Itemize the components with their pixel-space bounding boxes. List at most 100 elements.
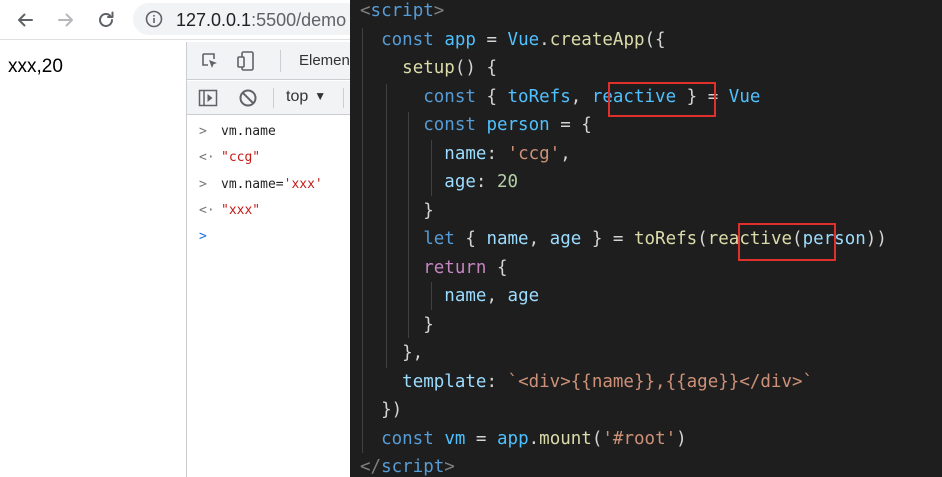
code-token: : (486, 143, 508, 164)
code-token: template (402, 371, 487, 392)
code-token: return (423, 257, 487, 278)
reload-icon[interactable] (92, 6, 120, 34)
code-token: const (381, 29, 434, 50)
code-line: } (360, 197, 434, 225)
code-token: }, (360, 343, 424, 363)
code-token: </ (360, 457, 382, 477)
tab-elements[interactable]: Elemen (299, 52, 350, 69)
forward-arrow-icon[interactable] (52, 6, 80, 34)
code-token: age (507, 286, 540, 306)
code-token: . (528, 428, 540, 449)
code-token: app (444, 29, 476, 50)
url-host: 127.0.0.1 (176, 10, 252, 30)
code-token: const (423, 115, 476, 135)
code-token: , (528, 229, 550, 249)
code-token: = (465, 428, 497, 449)
info-icon[interactable] (145, 10, 163, 33)
toolbar-divider (280, 50, 281, 72)
code-token: } (360, 314, 434, 335)
prompt-chevron-icon: > (199, 229, 207, 244)
console-output-line: <· "xxx" (187, 199, 351, 225)
code-token: ({ (644, 29, 666, 50)
toolbar-divider (343, 88, 344, 108)
code-token: toRefs (507, 86, 571, 107)
code-token: { (486, 257, 508, 278)
code-token: > (433, 1, 445, 21)
code-editor: <script> const app = Vue.createApp({ set… (350, 0, 942, 477)
sidebar-toggle-icon[interactable] (197, 87, 219, 109)
code-token: name (486, 229, 529, 249)
back-arrow-icon[interactable] (11, 6, 39, 34)
code-line: return { (360, 254, 508, 282)
devtools-panel: Elemen top ▼ > vm.name <· "ccg" > vm.name… (186, 42, 351, 477)
code-token: script (370, 1, 434, 21)
console-toolbar: top ▼ (187, 81, 351, 115)
code-token: > (444, 457, 455, 477)
console-output-text: "ccg" (221, 150, 261, 165)
code-token: toRefs (633, 229, 698, 249)
console-output-text: "xxx" (221, 203, 261, 218)
code-line: template: `<div>{{name}},{{age}}</div>` (360, 368, 813, 396)
code-token: , (560, 143, 571, 164)
code-token: ) (676, 428, 687, 449)
code-token: )) (865, 229, 887, 249)
code-token: < (360, 1, 371, 21)
code-line: <script> (360, 0, 444, 25)
code-token: script (381, 457, 445, 477)
code-token: 20 (496, 172, 519, 192)
highlight-box-reactive-call (738, 223, 836, 261)
code-line: name, age (360, 282, 539, 310)
code-token: = (475, 29, 508, 50)
code-token: }) (360, 400, 403, 420)
chevron-right-icon: > (199, 177, 207, 192)
code-token: const (381, 428, 434, 449)
dropdown-arrow-icon: ▼ (314, 89, 327, 103)
code-token: age (549, 229, 582, 249)
code-token: . (539, 29, 550, 50)
code-token: '#root' (602, 428, 677, 449)
code-line: name: 'ccg', (360, 140, 571, 168)
code-line: </script> (360, 453, 455, 477)
code-token: , (486, 286, 508, 306)
code-token: { (454, 229, 487, 249)
chevron-right-icon: > (199, 124, 207, 139)
inspect-element-icon[interactable] (199, 50, 221, 72)
code-token: app (497, 428, 529, 449)
device-toolbar-icon[interactable] (235, 49, 257, 73)
code-token: vm (444, 428, 466, 449)
browser-toolbar: 127.0.0.1:5500/demo (0, 0, 363, 40)
clear-console-icon[interactable] (237, 87, 259, 109)
code-line: const person = { (360, 111, 592, 139)
console-input-line: > vm.name='xxx' (187, 173, 351, 199)
console-prompt[interactable]: > (187, 225, 351, 251)
address-bar[interactable]: 127.0.0.1:5500/demo (133, 3, 363, 35)
code-line: }, (360, 339, 423, 367)
code-token: } = (581, 229, 634, 249)
context-select[interactable]: top ▼ (286, 88, 326, 106)
code-token: `<div>{{name}},{{age}}</div>` (507, 371, 814, 392)
return-arrow-icon: <· (199, 203, 215, 218)
code-token: Vue (728, 86, 761, 107)
code-line: setup() { (360, 54, 497, 82)
code-token: let (423, 229, 455, 249)
return-arrow-icon: <· (199, 150, 215, 165)
console-input-code: vm.name= (221, 177, 284, 192)
code-token: setup (402, 58, 455, 78)
code-token: name (444, 286, 487, 306)
code-token: age (444, 172, 476, 192)
devtools-tabbar: Elemen (187, 42, 351, 80)
console-input-string: 'xxx' (283, 177, 323, 192)
code-token: = { (549, 115, 592, 135)
highlight-box-reactive-import (608, 82, 716, 117)
code-line: const app = Vue.createApp({ (360, 26, 666, 54)
toolbar-divider (273, 88, 274, 108)
